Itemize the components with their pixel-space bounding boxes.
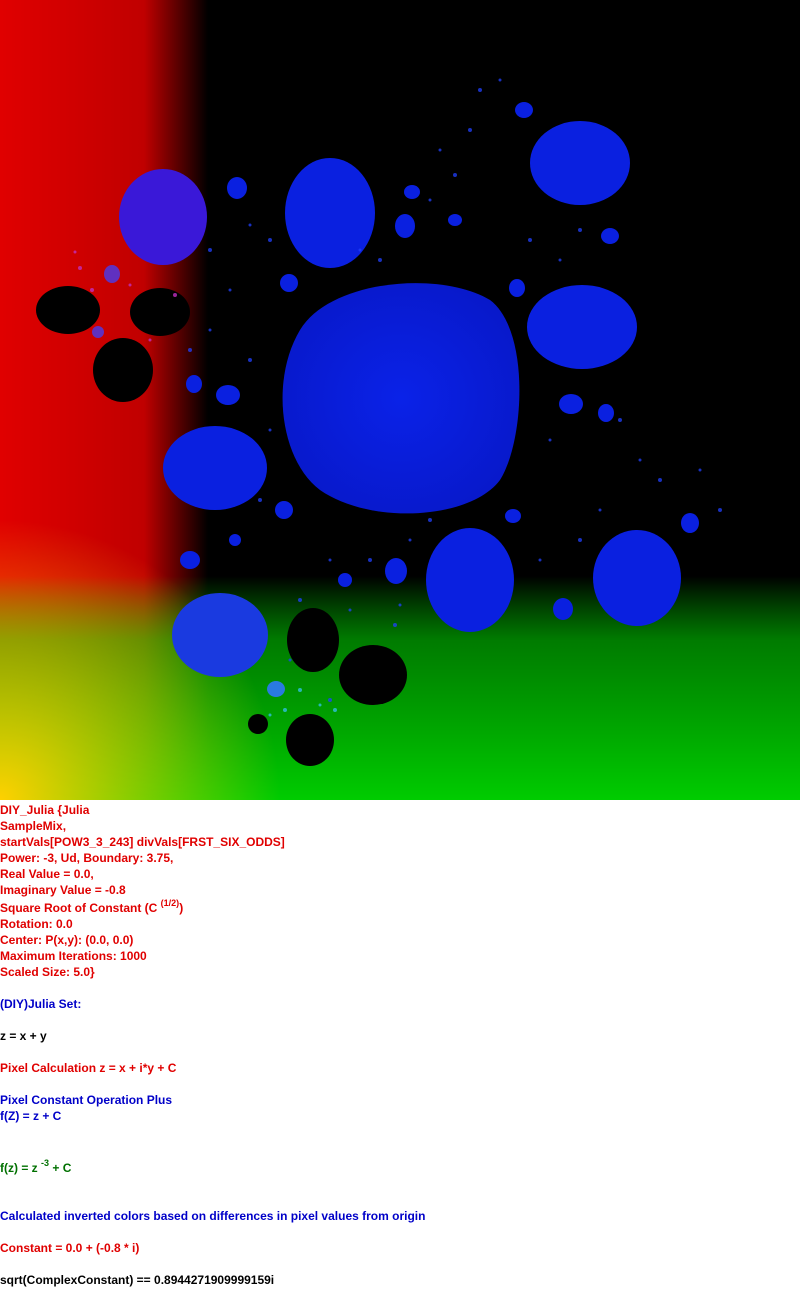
- info-line-power: Power: -3, Ud, Boundary: 3.75,: [0, 851, 174, 865]
- fz-power-pre: f(z) = z: [0, 1161, 41, 1175]
- info-line-imaginary: Imaginary Value = -0.8: [0, 883, 126, 897]
- info-line-max-iterations: Maximum Iterations: 1000: [0, 949, 147, 963]
- info-line-title: DIY_Julia {Julia: [0, 803, 90, 817]
- info-line-real: Real Value = 0.0,: [0, 867, 94, 881]
- info-line-startvals: startVals[POW3_3_243] divVals[FRST_SIX_O…: [0, 835, 285, 849]
- sqrt-complex-constant: sqrt(ComplexConstant) == 0.8944271909999…: [0, 1273, 275, 1287]
- z-formula: z = x + y: [0, 1029, 47, 1043]
- pixel-constant-operation: Pixel Constant Operation Plus: [0, 1093, 173, 1107]
- constant-value: Constant = 0.0 + (-0.8 * i): [0, 1241, 140, 1255]
- info-line-center: Center: P(x,y): (0.0, 0.0): [0, 933, 134, 947]
- sqrt-close: ): [179, 901, 184, 915]
- fractal-info-panel: DIY_Julia {Julia SampleMix, startVals[PO…: [0, 802, 800, 1288]
- info-line-samplemix: SampleMix,: [0, 819, 67, 833]
- sqrt-label: Square Root of Constant (C: [0, 901, 161, 915]
- pixel-calculation: Pixel Calculation z = x + i*y + C: [0, 1061, 177, 1075]
- fz-power-post: + C: [49, 1161, 72, 1175]
- info-line-sqrt-constant: Square Root of Constant (C (1/2)): [0, 898, 800, 916]
- sqrt-sup: (1/2): [160, 898, 180, 908]
- info-line-scaled-size: Scaled Size: 5.0}: [0, 965, 95, 979]
- fz-power-formula: f(z) = z -3 + C: [0, 1158, 800, 1176]
- inverted-colors-note: Calculated inverted colors based on diff…: [0, 1209, 426, 1223]
- julia-fractal-image: [0, 0, 800, 800]
- fz-power-sup: -3: [41, 1158, 50, 1168]
- fz-plus-formula: f(Z) = z + C: [0, 1109, 62, 1123]
- info-line-rotation: Rotation: 0.0: [0, 917, 73, 931]
- diy-julia-title: (DIY)Julia Set:: [0, 997, 82, 1011]
